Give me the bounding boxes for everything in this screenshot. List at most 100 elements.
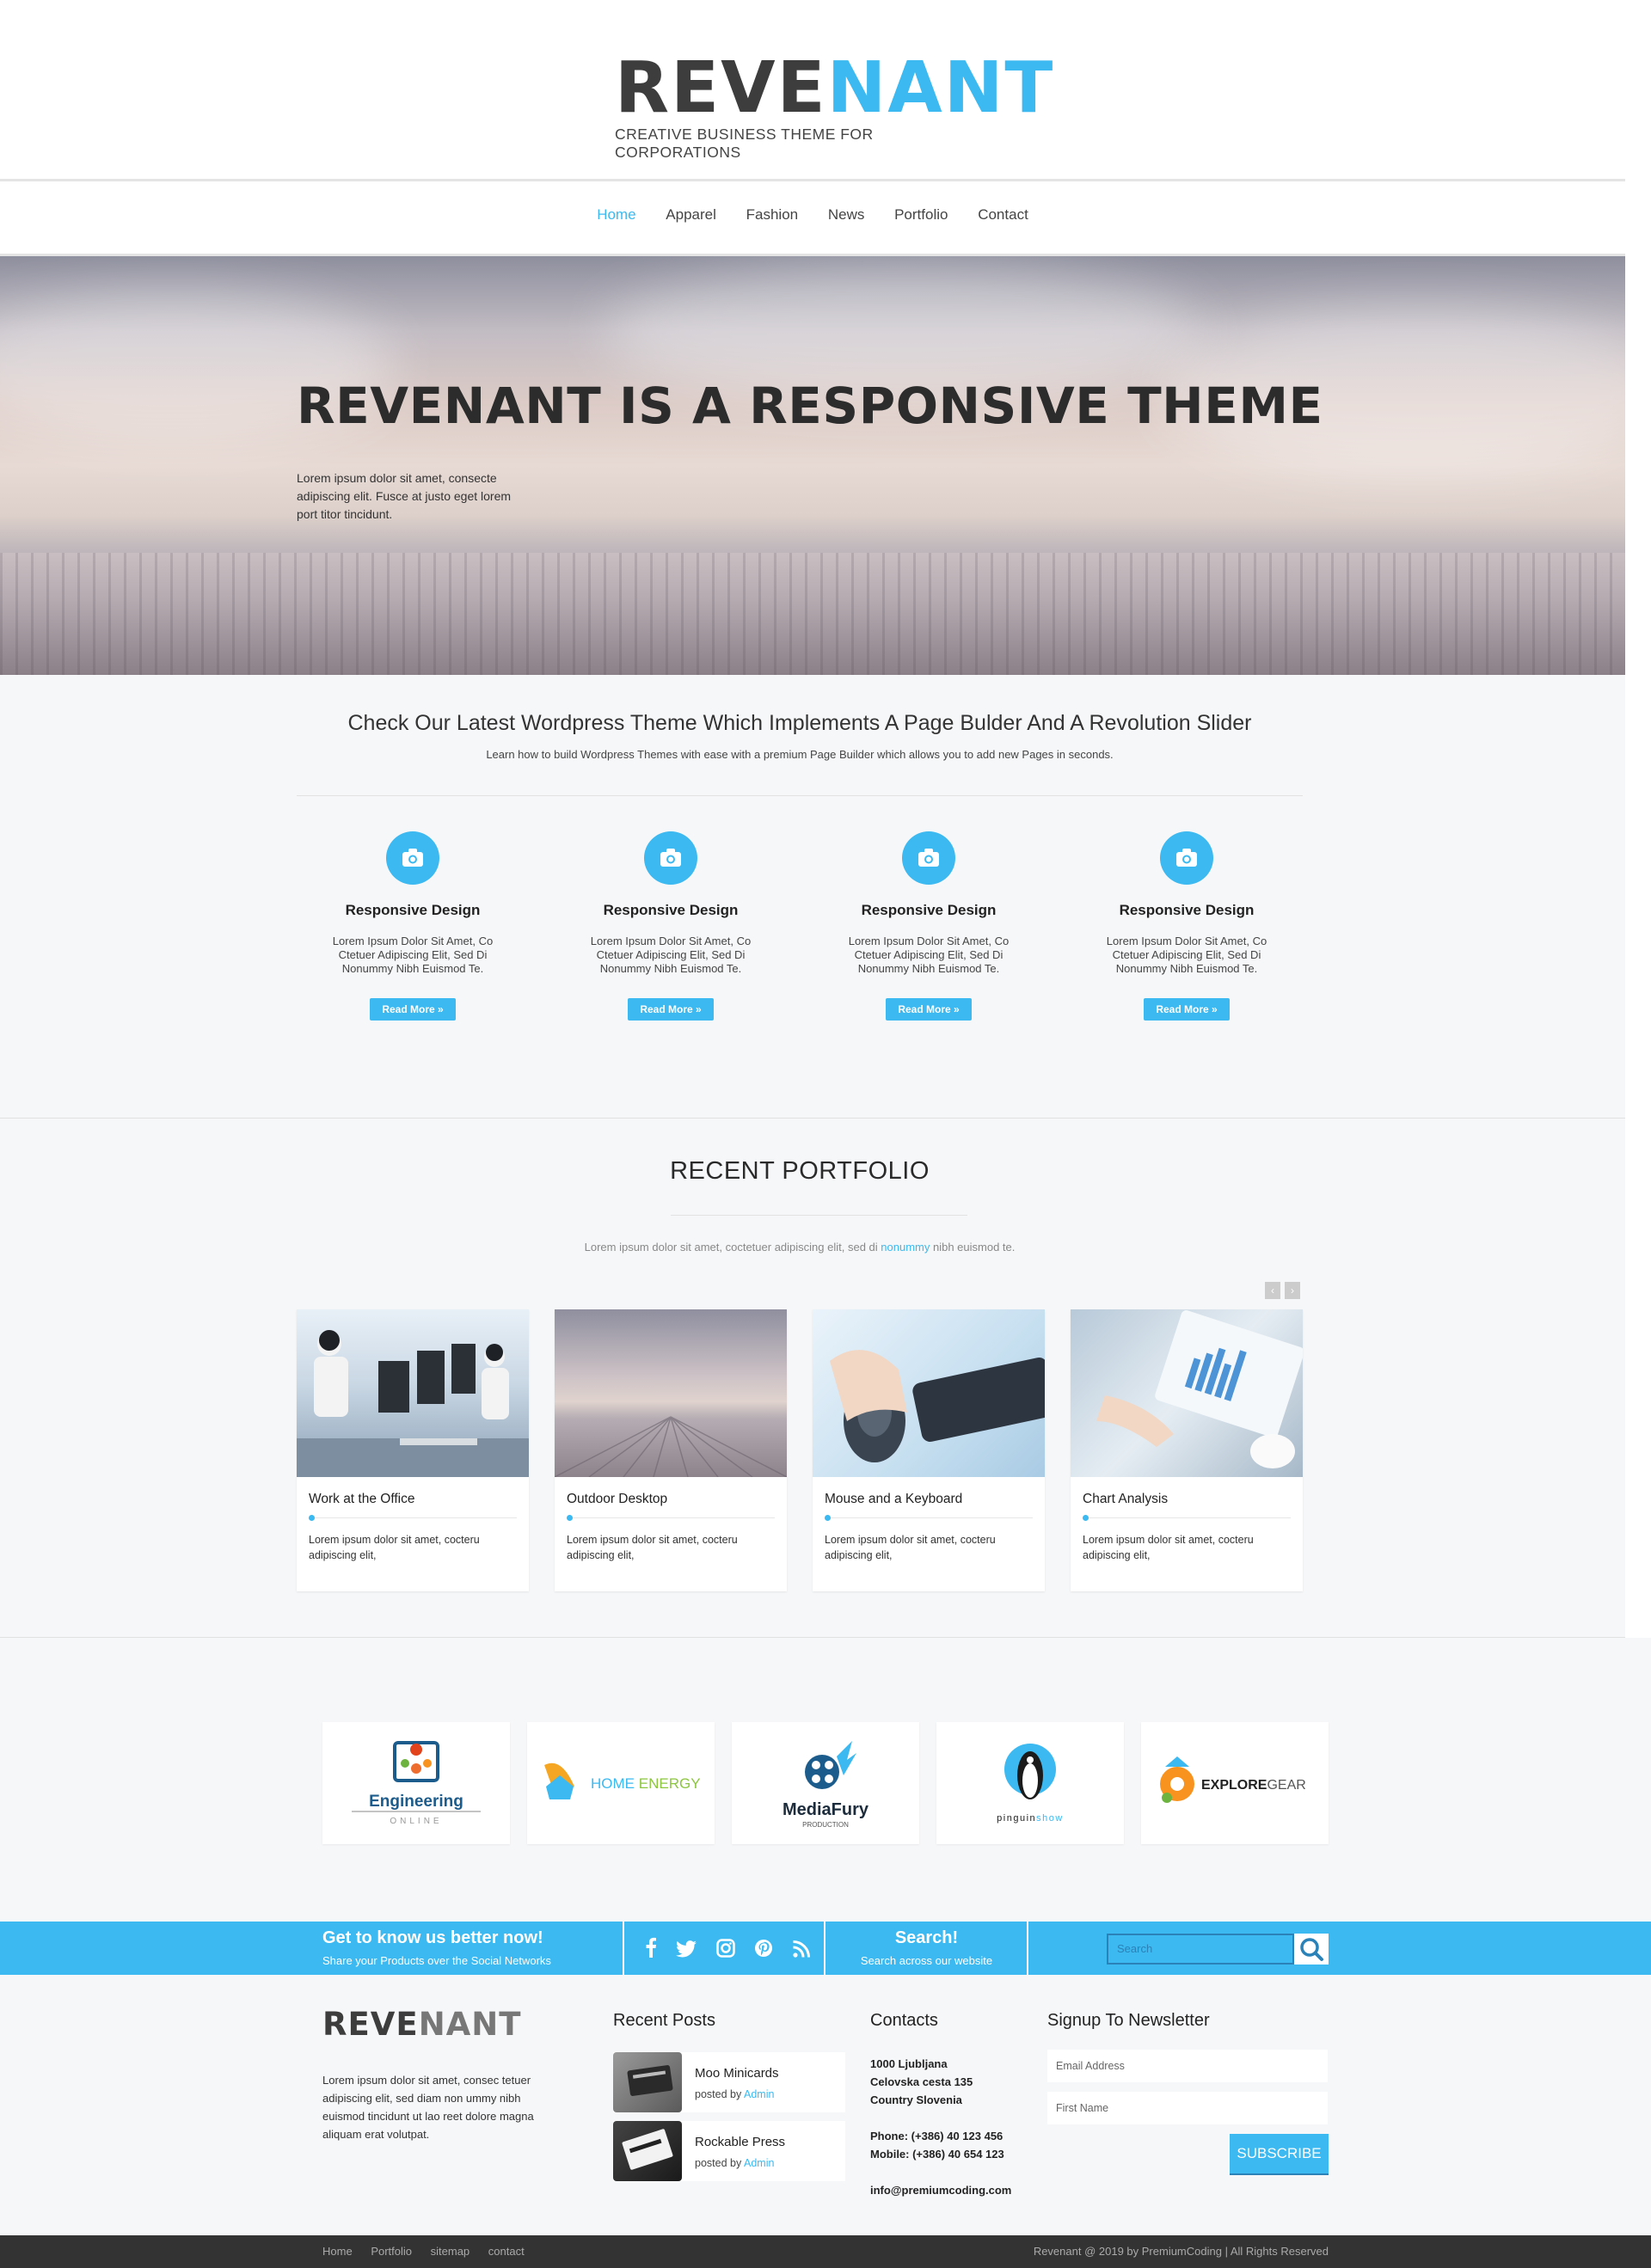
feature-text: Lorem Ipsum Dolor Sit Amet, Co Ctetuer A… — [848, 935, 1010, 975]
portfolio-subtitle-link[interactable]: nonummy — [881, 1241, 930, 1254]
post-by: posted by — [695, 2088, 744, 2100]
read-more-button[interactable]: Read More » — [628, 998, 714, 1021]
logo-part2: NANT — [826, 47, 1055, 129]
bottom-link-sitemap[interactable]: sitemap — [431, 2245, 470, 2258]
feature-title: Responsive Design — [861, 902, 997, 918]
portfolio-card-text: Lorem ipsum dolor sit amet, cocteru adip… — [309, 1534, 480, 1561]
client-subtitle: ONLINE — [390, 1817, 442, 1826]
portfolio-image-office[interactable] — [297, 1309, 529, 1477]
read-more-button[interactable]: Read More » — [370, 998, 456, 1021]
nav-apparel[interactable]: Apparel — [666, 206, 716, 224]
feature-title: Responsive Design — [1119, 902, 1255, 918]
newsletter-email-input[interactable]: Email Address — [1047, 2050, 1328, 2082]
bullet-dot-icon — [1083, 1515, 1089, 1521]
client-name-part: HOME — [591, 1775, 639, 1792]
portfolio-card-title[interactable]: Chart Analysis — [1083, 1492, 1291, 1507]
main-nav: Home Apparel Fashion News Portfolio Cont… — [0, 206, 1625, 224]
address-line: Celovska cesta 135 — [870, 2075, 973, 2088]
camera-icon — [1160, 831, 1213, 885]
footer-logo[interactable]: REVENANT — [322, 2006, 522, 2043]
client-name: EXPLOREGEAR — [1201, 1778, 1306, 1793]
client-name: HOME ENERGY — [591, 1775, 701, 1792]
search-input[interactable]: Search — [1107, 1934, 1294, 1965]
social-text: Share your Products over the Social Netw… — [322, 1954, 551, 1967]
nav-home[interactable]: Home — [597, 206, 635, 224]
carousel-prev-button[interactable]: ‹ — [1265, 1282, 1280, 1299]
card-divider — [567, 1515, 775, 1521]
post-author-link[interactable]: Admin — [744, 2088, 774, 2100]
read-more-button[interactable]: Read More » — [1144, 998, 1230, 1021]
portfolio-card[interactable]: Mouse and a Keyboard Lorem ipsum dolor s… — [813, 1309, 1045, 1591]
post-title[interactable]: Moo Minicards — [695, 2066, 779, 2081]
nav-contact[interactable]: Contact — [978, 206, 1028, 224]
post-author-link[interactable]: Admin — [744, 2157, 774, 2169]
email-link[interactable]: info@premiumcoding.com — [870, 2181, 1011, 2199]
portfolio-card-title[interactable]: Outdoor Desktop — [567, 1492, 775, 1507]
client-logo-mediafury[interactable]: MediaFury PRODUCTION — [732, 1722, 919, 1844]
newsletter-name-input[interactable]: First Name — [1047, 2092, 1328, 2124]
read-more-button[interactable]: Read More » — [886, 998, 972, 1021]
post-thumbnail[interactable] — [613, 2052, 682, 2112]
feature-title: Responsive Design — [345, 902, 481, 918]
camera-icon — [902, 831, 955, 885]
portfolio-subtitle-text: Lorem ipsum dolor sit amet, coctetuer ad… — [584, 1241, 881, 1254]
rss-icon[interactable] — [793, 1940, 810, 1962]
portfolio-card-title[interactable]: Mouse and a Keyboard — [825, 1492, 1033, 1507]
portfolio-card[interactable]: Chart Analysis Lorem ipsum dolor sit ame… — [1071, 1309, 1303, 1591]
portfolio-image-chart[interactable] — [1071, 1309, 1303, 1477]
portfolio-card-title[interactable]: Work at the Office — [309, 1492, 517, 1507]
address-line: 1000 Ljubljana — [870, 2057, 948, 2070]
portfolio-card-text: Lorem ipsum dolor sit amet, cocteru adip… — [567, 1534, 738, 1561]
contacts-spacer — [870, 2109, 1011, 2127]
bottom-link-portfolio[interactable]: Portfolio — [371, 2245, 412, 2258]
client-name-part: ENERGY — [639, 1775, 701, 1792]
card-divider — [825, 1515, 1033, 1521]
intro-subtitle: Learn how to build Wordpress Themes with… — [486, 748, 1114, 761]
site-logo[interactable]: REVENANT CREATIVE BUSINESS THEME FOR COR… — [615, 53, 1053, 162]
instagram-icon[interactable] — [716, 1939, 735, 1962]
portfolio-image-mouse-keyboard[interactable] — [813, 1309, 1045, 1477]
recent-post[interactable]: Moo Minicards posted by Admin — [613, 2052, 845, 2112]
camera-icon — [386, 831, 439, 885]
client-name: Engineering — [369, 1793, 463, 1811]
portfolio-section: RECENT PORTFOLIO Lorem ipsum dolor sit a… — [0, 1118, 1625, 1638]
bottom-link-home[interactable]: Home — [322, 2245, 353, 2258]
address-line: Country Slovenia — [870, 2093, 962, 2106]
facebook-icon[interactable] — [645, 1937, 657, 1962]
client-logo-engineering[interactable]: Engineering ONLINE — [322, 1722, 510, 1844]
intro-title: Check Our Latest Wordpress Theme Which I… — [347, 711, 1252, 735]
portfolio-card-text: Lorem ipsum dolor sit amet, cocteru adip… — [1083, 1534, 1254, 1561]
client-subtitle: PRODUCTION — [802, 1821, 849, 1829]
page: REVENANT CREATIVE BUSINESS THEME FOR COR… — [0, 0, 1651, 2268]
client-logo-home-energy[interactable]: HOME ENERGY — [527, 1722, 715, 1844]
contacts-block: 1000 Ljubljana Celovska cesta 135 Countr… — [870, 2055, 1011, 2199]
footer-logo-part1: REVE — [322, 2006, 419, 2043]
twitter-icon[interactable] — [676, 1940, 697, 1962]
bottom-bar: Home Portfolio sitemap contact Revenant … — [0, 2235, 1651, 2268]
card-divider — [309, 1515, 517, 1521]
nav-news[interactable]: News — [828, 206, 865, 224]
social-icons — [645, 1937, 826, 1962]
logo-tagline: CREATIVE BUSINESS THEME FOR CORPORATIONS — [615, 126, 874, 161]
bullet-dot-icon — [567, 1515, 573, 1521]
bottom-link-contact[interactable]: contact — [488, 2245, 525, 2258]
portfolio-card[interactable]: Outdoor Desktop Lorem ipsum dolor sit am… — [555, 1309, 787, 1591]
pinterest-icon[interactable] — [754, 1939, 773, 1962]
logo-part1: REVE — [615, 47, 827, 129]
recent-post[interactable]: Rockable Press posted by Admin — [613, 2121, 845, 2181]
client-name-part: pinguin — [997, 1813, 1036, 1824]
search-text: Search across our website — [860, 1954, 993, 1967]
post-thumbnail[interactable] — [613, 2121, 682, 2181]
nav-portfolio[interactable]: Portfolio — [894, 206, 948, 224]
feature-card: Responsive Design Lorem Ipsum Dolor Sit … — [1088, 831, 1286, 1021]
post-title[interactable]: Rockable Press — [695, 2135, 785, 2149]
portfolio-card[interactable]: Work at the Office Lorem ipsum dolor sit… — [297, 1309, 529, 1591]
client-logo-pinguinshow[interactable]: pinguinshow — [936, 1722, 1124, 1844]
subscribe-button[interactable]: SUBSCRIBE — [1230, 2134, 1329, 2173]
portfolio-image-outdoor[interactable] — [555, 1309, 787, 1477]
client-logo-exploregear[interactable]: EXPLOREGEAR — [1141, 1722, 1329, 1844]
bottom-nav: Home Portfolio sitemap contact — [322, 2245, 540, 2258]
nav-fashion[interactable]: Fashion — [746, 206, 798, 224]
carousel-next-button[interactable]: › — [1285, 1282, 1300, 1299]
search-button[interactable] — [1294, 1934, 1329, 1965]
